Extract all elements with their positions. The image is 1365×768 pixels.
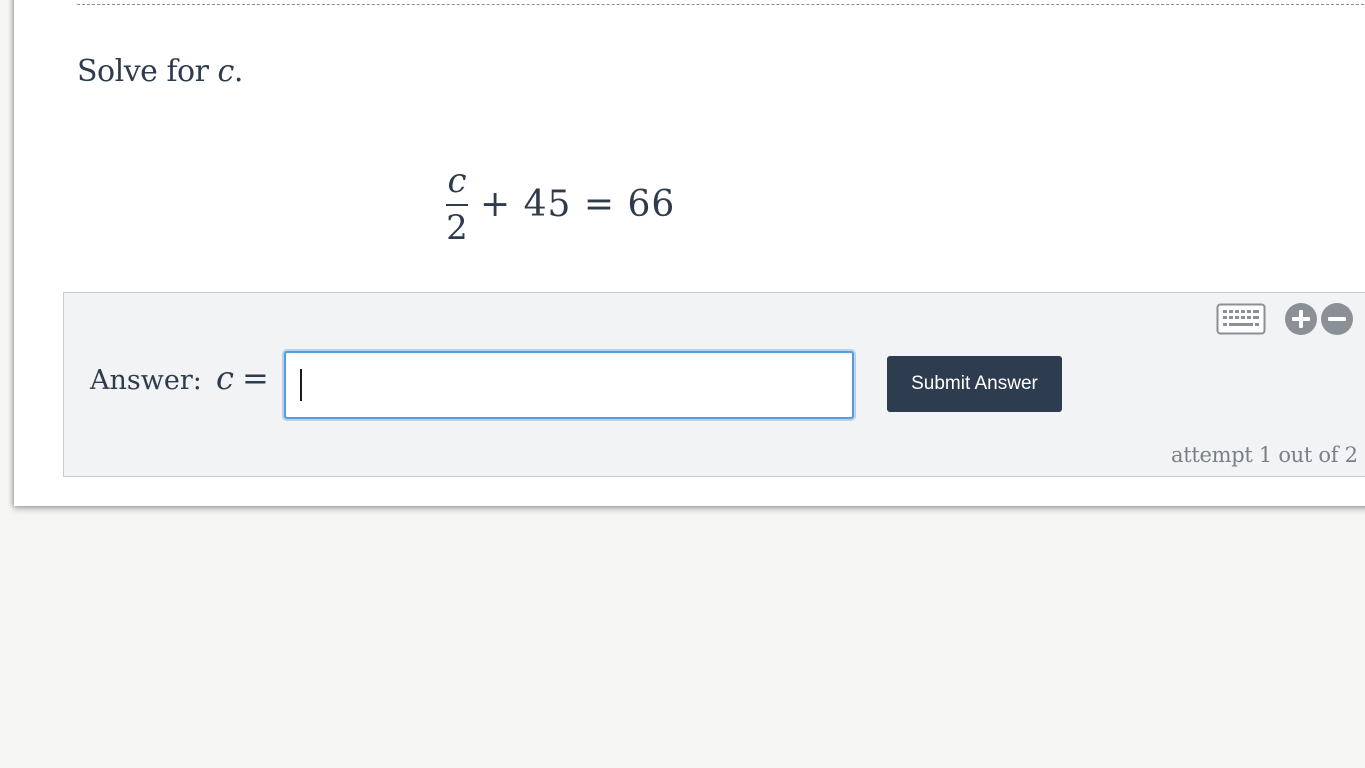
text-cursor [300,369,302,401]
submit-answer-button[interactable]: Submit Answer [887,356,1062,412]
answer-panel: Answer: c = Submit Answer attempt 1 out … [63,292,1365,477]
prompt-variable: c [217,54,235,89]
fraction-numerator: c [447,160,467,201]
answer-label: Answer: [90,365,202,396]
fraction-denominator: 2 [446,207,468,248]
answer-variable: c [216,359,234,397]
fraction: c 2 [446,161,468,248]
keyboard-icon[interactable] [1216,303,1266,335]
attempt-counter: attempt 1 out of 2 [1171,443,1358,467]
equation-rest: + 45 = 66 [480,183,676,225]
prompt-text: Solve for [77,54,218,89]
answer-input[interactable] [284,351,854,419]
prompt-suffix: . [233,54,244,89]
minus-circle-icon[interactable] [1320,302,1354,336]
fraction-bar [446,203,468,206]
answer-equals: = [242,359,269,397]
question-prompt: Solve for c. [77,54,243,89]
dashed-divider [77,4,1365,5]
plus-circle-icon[interactable] [1284,302,1318,336]
equation: c 2 + 45 = 66 [446,156,675,252]
